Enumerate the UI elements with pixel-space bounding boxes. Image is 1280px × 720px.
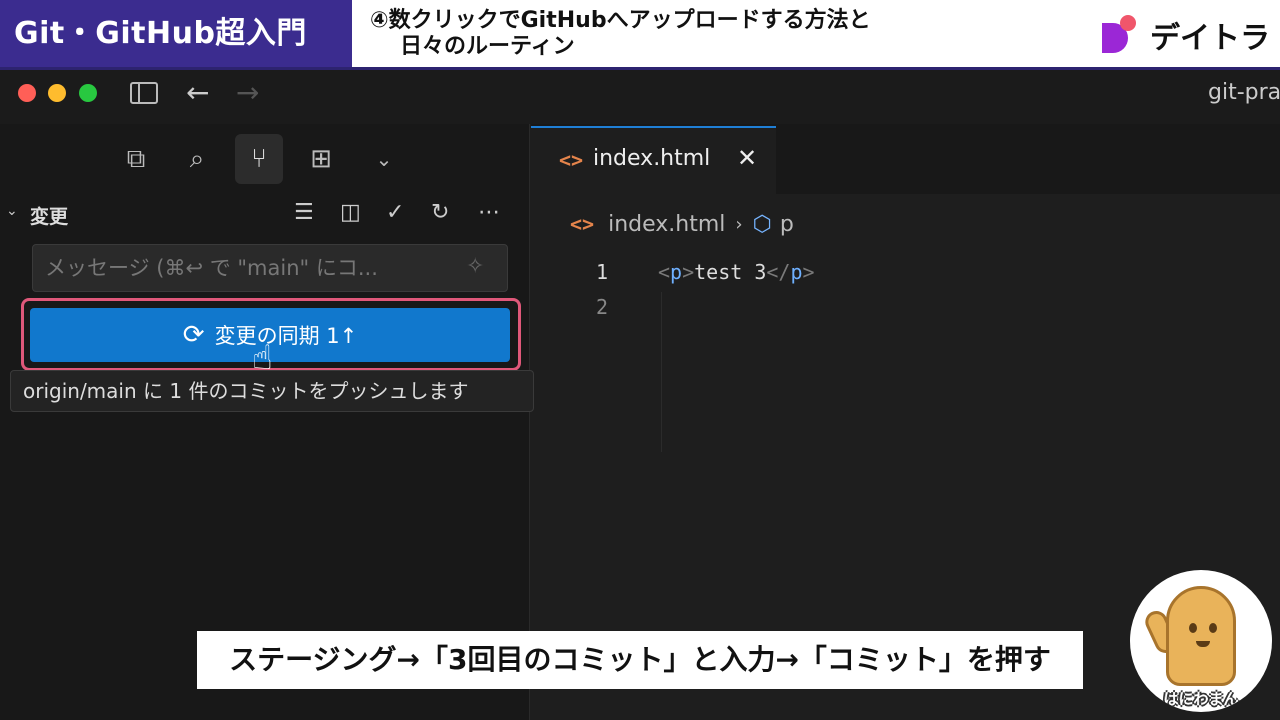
line-number: 1 xyxy=(595,260,608,284)
breadcrumb-file[interactable]: index.html xyxy=(608,212,725,237)
series-title: Git・GitHub超入門 xyxy=(0,0,352,67)
brand-name: デイトラ xyxy=(1150,21,1270,56)
breadcrumb-symbol[interactable]: p xyxy=(780,212,794,237)
chevron-right-icon: › xyxy=(735,213,743,235)
window-maximize-button[interactable] xyxy=(79,84,97,102)
view-as-list-icon[interactable]: ☰ xyxy=(294,200,314,225)
files-icon[interactable]: ⧉ xyxy=(112,134,160,184)
tab-label: index.html xyxy=(593,146,711,171)
mascot-avatar: はにわまん xyxy=(1130,570,1272,712)
element-cube-icon: ⬡ xyxy=(752,211,772,237)
tab-index-html[interactable]: <> index.html ✕ xyxy=(531,126,776,194)
sidebar-toggle-icon[interactable] xyxy=(130,82,158,104)
back-arrow-icon[interactable]: ← xyxy=(186,76,209,109)
forward-arrow-icon[interactable]: → xyxy=(236,76,259,109)
line-number: 2 xyxy=(595,295,608,319)
mascot-label: はにわまん xyxy=(1163,690,1239,708)
close-tag-name: p xyxy=(790,260,803,284)
brand-logo: デイトラ xyxy=(1100,12,1270,58)
window-title: git-pra xyxy=(1208,80,1280,105)
chevron-down-icon[interactable]: ⌄ xyxy=(360,134,408,184)
video-banner: Git・GitHub超入門 ④数クリックでGitHubへアップロードする方法と … xyxy=(0,0,1280,70)
lesson-title-line2: 日々のルーティン xyxy=(400,34,575,59)
refresh-icon[interactable]: ↻ xyxy=(431,200,449,225)
extensions-icon[interactable]: ⊞ xyxy=(297,134,345,184)
sync-button-label: 変更の同期 1↑ xyxy=(214,324,358,348)
view-as-tree-icon[interactable]: ◫ xyxy=(340,200,361,225)
section-title: 変更 xyxy=(30,206,69,228)
code-text: test 3 xyxy=(694,260,767,284)
changes-section-header[interactable]: ⌄ 変更 ☰ ◫ ✓ ↻ ⋯ xyxy=(6,200,526,228)
chevron-down-icon[interactable]: ⌄ xyxy=(6,203,18,219)
more-actions-icon[interactable]: ⋯ xyxy=(478,200,500,225)
source-control-icon[interactable]: ⑂ xyxy=(235,134,283,184)
brand-mark-icon xyxy=(1100,15,1136,55)
html-file-icon: <> xyxy=(559,148,584,172)
commit-message-input[interactable]: メッセージ (⌘↩ で "main" にコ... xyxy=(32,244,508,292)
code-line[interactable]: <p>test 3</p> xyxy=(658,260,815,284)
video-subtitle: ステージング→「3回目のコミット」と入力→「コミット」を押す xyxy=(197,631,1083,689)
close-icon[interactable]: ✕ xyxy=(737,144,757,172)
open-tag-name: p xyxy=(670,260,683,284)
window-minimize-button[interactable] xyxy=(48,84,66,102)
lesson-title: ④数クリックでGitHubへアップロードする方法と 日々のルーティン xyxy=(370,8,1070,60)
html-file-icon: <> xyxy=(570,212,595,236)
breadcrumb: <> index.html › ⬡ p xyxy=(570,208,794,240)
commit-check-icon[interactable]: ✓ xyxy=(386,200,404,225)
search-icon[interactable]: ⌕ xyxy=(173,134,221,184)
push-tooltip: origin/main に 1 件のコミットをプッシュします xyxy=(10,370,534,412)
sparkle-icon[interactable]: ✧ xyxy=(466,254,484,279)
window-close-button[interactable] xyxy=(18,84,36,102)
haniwa-mascot-icon xyxy=(1166,586,1236,686)
indent-guide xyxy=(661,292,662,452)
sync-icon: ⟳ xyxy=(182,320,205,350)
lesson-title-line1: ④数クリックでGitHubへアップロードする方法と xyxy=(370,8,871,33)
